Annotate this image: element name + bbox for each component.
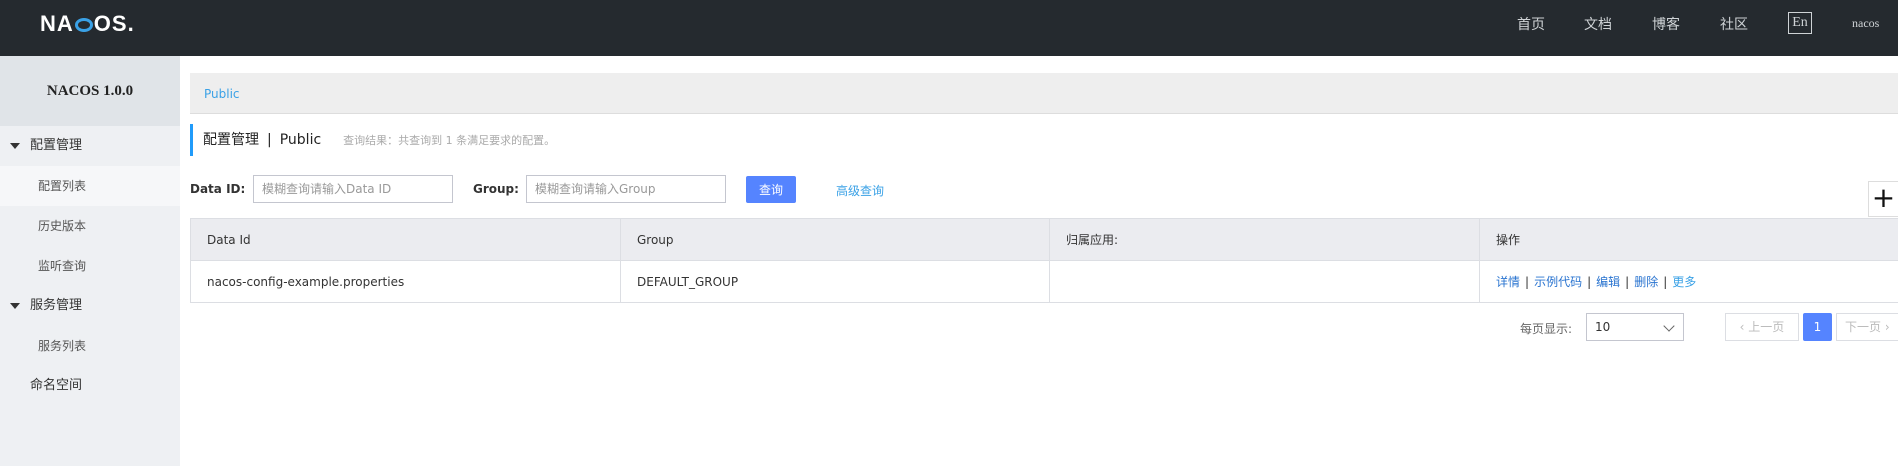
nav-docs[interactable]: 文档: [1584, 14, 1612, 34]
nav-home[interactable]: 首页: [1517, 14, 1545, 34]
per-page-value: 10: [1595, 320, 1611, 334]
sidebar-group-label: 配置管理: [30, 138, 83, 153]
col-header-app: 归属应用:: [1049, 218, 1480, 261]
version-label: NACOS 1.0.0: [0, 56, 180, 126]
group-search-input[interactable]: [526, 175, 726, 203]
prev-page-label: 上一页: [1748, 320, 1785, 334]
prev-page-button[interactable]: ‹ 上一页: [1725, 313, 1799, 341]
page-title-section: 配置管理: [203, 132, 259, 148]
config-table: Data Id Group 归属应用: 操作 nacos-config-exam…: [190, 218, 1898, 303]
next-page-label: 下一页: [1845, 320, 1882, 334]
sidebar-namespace-label: 命名空间: [30, 378, 83, 393]
language-switch[interactable]: En: [1788, 12, 1812, 34]
sidebar-group-config[interactable]: 配置管理: [0, 126, 180, 166]
action-edit-link[interactable]: 编辑: [1596, 275, 1620, 289]
col-header-dataid: Data Id: [190, 218, 621, 261]
sidebar-item-namespace[interactable]: 命名空间: [0, 366, 180, 406]
action-delete-link[interactable]: 删除: [1634, 275, 1658, 289]
sidebar: NACOS 1.0.0 配置管理 配置列表 历史版本 监听查询 服务管理 服务列…: [0, 56, 180, 466]
per-page-select[interactable]: 10: [1586, 313, 1684, 341]
sidebar-item-service-list[interactable]: 服务列表: [0, 326, 180, 366]
page-title: 配置管理 | Public 查询结果：共查询到 1 条满足要求的配置。: [190, 124, 555, 156]
dataid-label: Data ID:: [190, 182, 246, 196]
caret-down-icon: [10, 303, 20, 309]
col-header-actions: 操作: [1479, 218, 1898, 261]
query-button[interactable]: 查询: [746, 176, 796, 203]
user-name[interactable]: nacos: [1852, 16, 1879, 31]
next-page-button[interactable]: 下一页 ›: [1836, 313, 1898, 341]
query-result-text: 查询结果：共查询到 1 条满足要求的配置。: [343, 134, 556, 147]
cell-dataid: nacos-config-example.properties: [190, 260, 621, 303]
title-separator: |: [267, 132, 272, 148]
action-detail-link[interactable]: 详情: [1496, 275, 1520, 289]
action-more-link[interactable]: 更多: [1672, 275, 1696, 289]
sidebar-item-history[interactable]: 历史版本: [0, 206, 180, 246]
nacos-logo[interactable]: NA OS.: [40, 11, 135, 37]
add-config-button[interactable]: +: [1868, 181, 1898, 217]
chevron-down-icon: [1663, 320, 1675, 332]
action-sample-code-link[interactable]: 示例代码: [1534, 275, 1582, 289]
dataid-search-input[interactable]: [253, 175, 453, 203]
breadcrumb-bar: Public: [190, 73, 1898, 114]
cell-group: DEFAULT_GROUP: [620, 260, 1050, 303]
caret-down-icon: [10, 143, 20, 149]
table-row: nacos-config-example.properties DEFAULT_…: [190, 260, 1898, 303]
per-page-label: 每页显示:: [1520, 322, 1573, 336]
cell-actions: 详情 | 示例代码 | 编辑 | 删除 | 更多: [1479, 260, 1898, 303]
sidebar-group-label: 服务管理: [30, 298, 83, 313]
group-label: Group:: [473, 182, 519, 196]
page-number-current[interactable]: 1: [1803, 313, 1832, 341]
page-title-namespace: Public: [279, 132, 322, 148]
sidebar-item-listener[interactable]: 监听查询: [0, 246, 180, 286]
breadcrumb-namespace[interactable]: Public: [204, 87, 240, 101]
sidebar-group-service[interactable]: 服务管理: [0, 286, 180, 326]
top-navbar: NA OS. 首页 文档 博客 社区 En nacos: [0, 0, 1898, 56]
col-header-group: Group: [620, 218, 1050, 261]
nav-community[interactable]: 社区: [1720, 14, 1748, 34]
nav-blog[interactable]: 博客: [1652, 14, 1680, 34]
table-header-row: Data Id Group 归属应用: 操作: [190, 218, 1898, 261]
sidebar-item-config-list[interactable]: 配置列表: [0, 166, 180, 206]
advanced-query-link[interactable]: 高级查询: [836, 182, 884, 199]
cell-app: [1049, 260, 1480, 303]
